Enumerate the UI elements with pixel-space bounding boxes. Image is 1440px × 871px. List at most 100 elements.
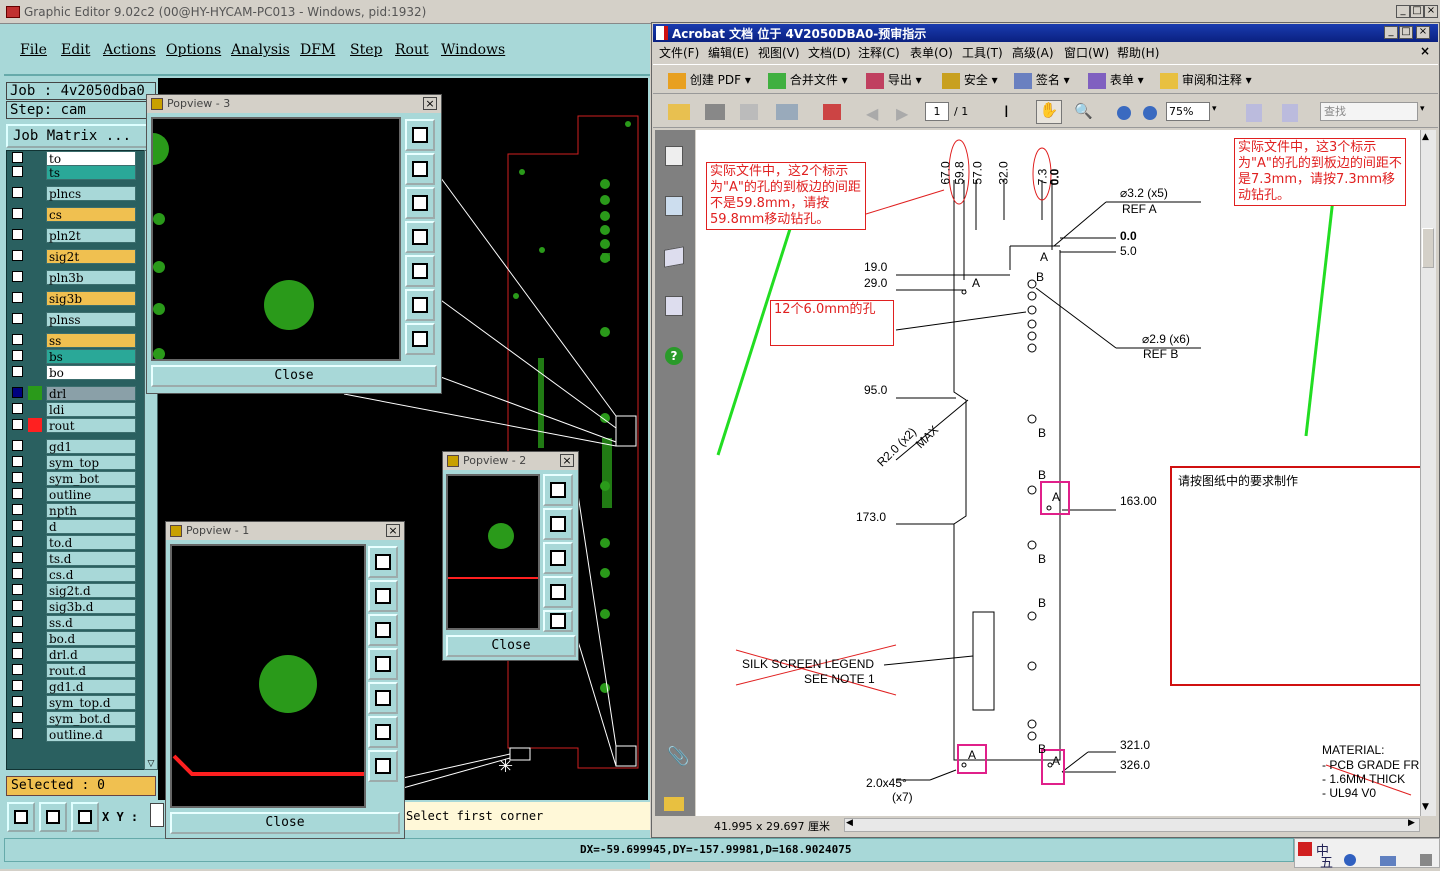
next-page-icon[interactable]: ▶ bbox=[896, 104, 908, 123]
bookmarks-panel-icon[interactable] bbox=[665, 196, 683, 216]
popview-1-pan-right-button[interactable] bbox=[368, 682, 398, 714]
layer-checkbox[interactable] bbox=[12, 488, 23, 499]
acro-menu-window[interactable]: 窗口(W) bbox=[1064, 44, 1109, 61]
layer-checkbox[interactable] bbox=[12, 648, 23, 659]
measure-tool-button[interactable] bbox=[7, 802, 35, 832]
minimize-icon[interactable]: _ bbox=[1396, 5, 1410, 18]
layer-row-drl-d[interactable]: drl.d bbox=[8, 646, 136, 662]
layer-row-npth[interactable]: npth bbox=[8, 502, 136, 518]
create-pdf-button[interactable]: 创建 PDF ▾ bbox=[668, 70, 751, 90]
layer-row-bs[interactable]: bs bbox=[8, 348, 136, 364]
layer-row-ss[interactable]: ss bbox=[8, 332, 136, 348]
search-dropdown-icon[interactable]: ▾ bbox=[1420, 104, 1425, 114]
popview-1-pan-left-button[interactable] bbox=[368, 648, 398, 680]
print-icon[interactable] bbox=[705, 104, 725, 120]
layer-checkbox[interactable] bbox=[12, 472, 23, 483]
layer-row-plnss[interactable]: plnss bbox=[8, 311, 136, 327]
export-button[interactable]: 导出 ▾ bbox=[866, 70, 922, 90]
layer-row-d[interactable]: d bbox=[8, 518, 136, 534]
popview-1-close-button[interactable]: Close bbox=[170, 812, 400, 834]
acrobat-maximize-icon[interactable]: □ bbox=[1399, 26, 1413, 39]
layer-row-sym_top-d[interactable]: sym_top.d bbox=[8, 694, 136, 710]
review-comment-button[interactable]: 审阅和注释 ▾ bbox=[1160, 70, 1252, 90]
pages-panel-icon[interactable] bbox=[665, 146, 683, 166]
layer-checkbox[interactable] bbox=[12, 536, 23, 547]
ime-keyboard-icon[interactable] bbox=[1380, 856, 1396, 866]
layer-checkbox[interactable] bbox=[12, 664, 23, 675]
layer-checkbox[interactable] bbox=[12, 440, 23, 451]
popview-2-pan-left-button[interactable] bbox=[543, 576, 573, 608]
layer-row-bo-d[interactable]: bo.d bbox=[8, 630, 136, 646]
zoom-in-icon[interactable] bbox=[1143, 106, 1157, 120]
job-matrix-button[interactable]: Job Matrix ... bbox=[6, 124, 156, 148]
popview-3-pan-right-button[interactable] bbox=[405, 255, 435, 287]
menu-edit[interactable]: Edit bbox=[61, 42, 90, 58]
layer-row-plncs[interactable]: plncs bbox=[8, 185, 136, 201]
popview-2-zoom-button[interactable] bbox=[543, 474, 573, 506]
menu-rout[interactable]: Rout bbox=[395, 42, 429, 58]
layer-checkbox[interactable] bbox=[12, 208, 23, 219]
layer-checkbox[interactable] bbox=[12, 419, 23, 430]
fit-width-icon[interactable] bbox=[1282, 104, 1298, 122]
layer-row-outline-d[interactable]: outline.d bbox=[8, 726, 136, 742]
layer-row-pln2t[interactable]: pln2t bbox=[8, 227, 136, 243]
grid-tool-button[interactable] bbox=[71, 802, 99, 832]
acro-menu-edit[interactable]: 编辑(E) bbox=[708, 44, 749, 61]
layer-row-rout-d[interactable]: rout.d bbox=[8, 662, 136, 678]
popview-3-titlebar[interactable]: Popview - 3 bbox=[147, 95, 441, 113]
layer-row-cs-d[interactable]: cs.d bbox=[8, 566, 136, 582]
pdf-horizontal-scrollbar[interactable] bbox=[844, 818, 1420, 832]
ime-tools-icon[interactable] bbox=[1420, 854, 1432, 866]
layer-row-sig3b-d[interactable]: sig3b.d bbox=[8, 598, 136, 614]
zoom-out-icon[interactable] bbox=[1117, 106, 1131, 120]
layers-panel-icon[interactable] bbox=[664, 246, 684, 268]
menu-options[interactable]: Options bbox=[166, 42, 221, 58]
layer-row-sig3b[interactable]: sig3b bbox=[8, 290, 136, 306]
layer-checkbox[interactable] bbox=[12, 334, 23, 345]
prev-page-icon[interactable]: ◀ bbox=[866, 104, 878, 123]
layer-checkbox[interactable] bbox=[12, 712, 23, 723]
zoom-select[interactable]: 75% bbox=[1166, 102, 1210, 121]
layer-checkbox[interactable] bbox=[12, 250, 23, 261]
layer-checkbox[interactable] bbox=[12, 584, 23, 595]
popview-2-titlebar[interactable]: Popview - 2 bbox=[443, 452, 578, 470]
layer-row-pln3b[interactable]: pln3b bbox=[8, 269, 136, 285]
layer-checkbox[interactable] bbox=[12, 632, 23, 643]
acrobat-minimize-icon[interactable]: _ bbox=[1384, 26, 1398, 39]
layer-checkbox[interactable] bbox=[12, 403, 23, 414]
layer-checkbox[interactable] bbox=[12, 350, 23, 361]
layer-row-sym_bot[interactable]: sym_bot bbox=[8, 470, 136, 486]
layer-checkbox[interactable] bbox=[12, 292, 23, 303]
menu-dfm[interactable]: DFM bbox=[300, 42, 335, 58]
scroll-left-arrow-icon[interactable]: ◀ bbox=[846, 818, 853, 828]
acro-menu-document[interactable]: 文档(D) bbox=[808, 44, 851, 61]
layer-checkbox[interactable] bbox=[12, 313, 23, 324]
close-icon[interactable]: × bbox=[1424, 5, 1438, 18]
layer-row-ts[interactable]: ts bbox=[8, 164, 136, 180]
popview-1-pan-up-button[interactable] bbox=[368, 580, 398, 612]
menu-file[interactable]: File bbox=[20, 42, 47, 58]
pdf-page[interactable]: 实际文件中，这2个标示为"A"的孔的到板边的间距不是59.8mm，请按59.8m… bbox=[696, 130, 1420, 816]
layer-row-to-d[interactable]: to.d bbox=[8, 534, 136, 550]
layer-row-outline[interactable]: outline bbox=[8, 486, 136, 502]
select-tool-icon[interactable]: I bbox=[1004, 102, 1009, 121]
popview-1-titlebar[interactable]: Popview - 1 bbox=[166, 522, 404, 540]
search-input[interactable]: 查找 bbox=[1320, 102, 1418, 121]
open-folder-icon[interactable] bbox=[668, 104, 690, 120]
popview-3-fit-button[interactable] bbox=[405, 289, 435, 321]
layer-row-gd1-d[interactable]: gd1.d bbox=[8, 678, 136, 694]
layer-row-drl[interactable]: drl bbox=[8, 385, 136, 401]
layer-checkbox[interactable] bbox=[12, 616, 23, 627]
popview-2-viewport[interactable] bbox=[446, 474, 540, 630]
popview-2-pan-up-button[interactable] bbox=[543, 508, 573, 540]
maximize-icon[interactable]: □ bbox=[1410, 5, 1424, 18]
layer-row-bo[interactable]: bo bbox=[8, 364, 136, 380]
layer-checkbox[interactable] bbox=[12, 271, 23, 282]
acro-menu-view[interactable]: 视图(V) bbox=[758, 44, 800, 61]
annotation-note-4[interactable]: 请按图纸中的要求制作 bbox=[1170, 466, 1420, 686]
layer-checkbox[interactable] bbox=[12, 187, 23, 198]
layer-checkbox[interactable] bbox=[12, 166, 23, 177]
layer-checkbox[interactable] bbox=[12, 520, 23, 531]
layer-row-ldi[interactable]: ldi bbox=[8, 401, 136, 417]
menu-analysis[interactable]: Analysis bbox=[231, 42, 290, 58]
